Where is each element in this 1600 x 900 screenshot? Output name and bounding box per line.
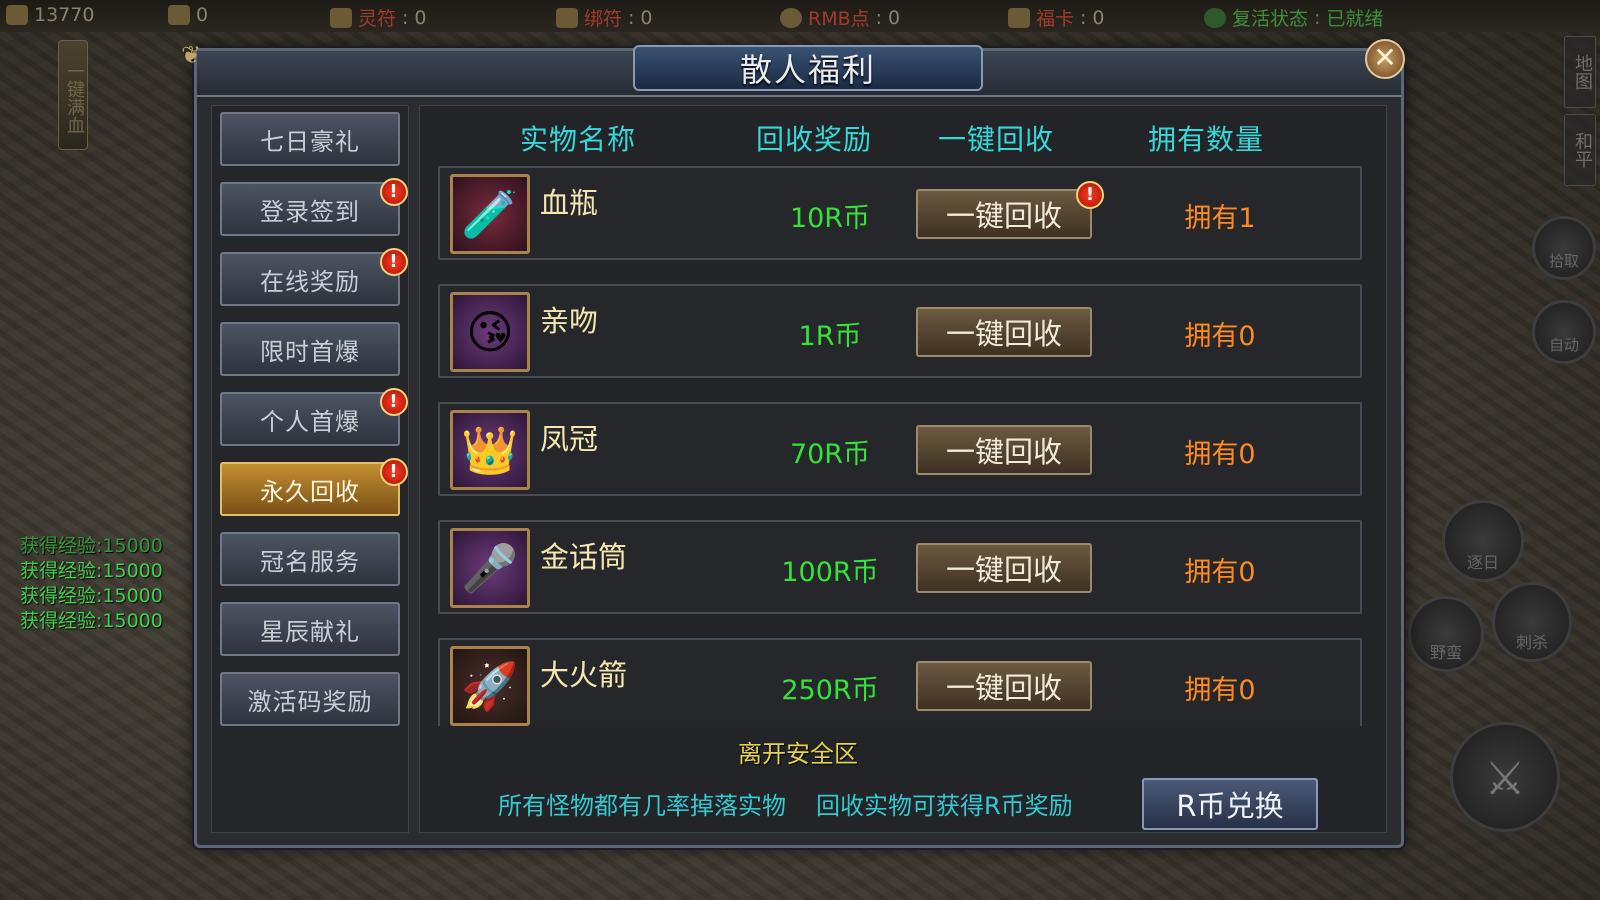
column-header-item-name: 实物名称 [520,123,637,156]
recycle-reward: 10R币 [789,203,871,234]
column-header-recycle: 一键回收 [938,123,1055,156]
corner-ornament-icon: ❦ [181,41,202,69]
item-name: 金话筒 [540,540,628,574]
nav-item-star-gift[interactable]: 星辰献礼 [220,602,400,656]
owned-count: 拥有0 [1184,557,1256,588]
exp-log-line: 获得经验:15000 [20,610,163,632]
auto-button[interactable]: 自动 [1532,300,1596,364]
nav-item-login-signin[interactable]: 登录签到 ! [220,178,408,236]
exp-log-line: 获得经验:15000 [20,585,163,607]
gold-counter: 13770 [6,4,94,26]
alert-badge-icon: ! [380,458,408,486]
table-row: 🎤 金话筒 100R币 一键回收 拥有0 [438,520,1362,614]
alert-badge-icon: ! [380,388,408,416]
skill-zhuri[interactable]: 逐日 [1442,500,1524,582]
lingfu-counter: 灵符:0 [330,4,427,31]
talisman-icon [330,7,352,28]
table-row: 😘 亲吻 1R币 一键回收 拥有0 [438,284,1362,378]
alert-badge-icon: ! [1076,181,1104,209]
exp-log: 获得经验:15000 获得经验:15000 获得经验:15000 获得经验:15… [20,534,163,634]
item-name: 大火箭 [540,658,628,692]
owned-count: 拥有1 [1184,203,1256,234]
kiss-emoji-icon: 😘 [450,292,530,372]
reward-hint-text: 回收实物可获得R币奖励 [816,792,1073,820]
fortune-card-icon [1008,7,1030,28]
recycle-reward: 250R币 [781,675,879,706]
table-row: 👑 凤冠 70R币 一键回收 拥有0 [438,402,1362,496]
full-hp-side-tab[interactable]: 一键满血 [58,40,88,150]
big-rocket-icon: 🚀 [450,646,530,726]
phoenix-crown-icon: 👑 [450,410,530,490]
alert-badge-icon: ! [380,178,408,206]
close-button[interactable]: ✕ [1365,39,1405,79]
gold-microphone-icon: 🎤 [450,528,530,608]
owned-count: 拥有0 [1184,439,1256,470]
drop-hint-text: 所有怪物都有几率掉落实物 [498,792,786,820]
blood-bottle-icon: 🧪 [450,174,530,254]
peace-mode-button[interactable]: 和平 [1564,114,1596,186]
item-list[interactable]: 🧪 血瓶 10R币 一键回收 ! 拥有1 😘 亲吻 1R币 一键回收 拥有0 👑… [438,166,1370,726]
leave-safe-zone-toast: 离开安全区 [738,740,858,768]
rmb-counter: RMB点:0 [780,4,900,31]
owned-count: 拥有0 [1184,321,1256,352]
exp-log-line: 获得经验:15000 [20,535,163,557]
yen-coin-icon [780,7,802,28]
item-name: 亲吻 [540,304,599,338]
nav-item-personal-first-drop[interactable]: 个人首爆 ! [220,388,408,446]
skill-cisha[interactable]: 刺杀 [1492,582,1572,662]
one-click-recycle-button[interactable]: 一键回收 ! [916,181,1104,239]
nav-item-limited-first-drop[interactable]: 限时首爆 [220,322,400,376]
skill-yeman[interactable]: 野蛮 [1408,596,1484,672]
item-name: 血瓶 [540,186,599,220]
one-click-recycle-button[interactable]: 一键回收 [916,307,1092,357]
one-click-recycle-button[interactable]: 一键回收 [916,543,1092,593]
recycle-reward: 100R币 [781,557,879,588]
recycle-reward: 70R币 [789,439,871,470]
nav-item-online-reward[interactable]: 在线奖励 ! [220,248,408,306]
item-name: 凤冠 [540,422,599,456]
map-button[interactable]: 地图 [1564,36,1596,108]
r-coin-exchange-button[interactable]: R币兑换 [1142,778,1318,830]
pickup-button[interactable]: 拾取 [1532,216,1596,280]
attack-sword-button[interactable]: ⚔ [1450,722,1560,832]
exp-log-line: 获得经验:15000 [20,560,163,582]
nav-item-naming-service[interactable]: 冠名服务 [220,532,400,586]
welfare-dialog: ❦ 散人福利 ✕ 七日豪礼 登录签到 ! 在线奖励 ! 限时首爆 个人首爆 ! … [181,39,1405,848]
recycle-panel: 实物名称 回收奖励 一键回收 拥有数量 🧪 血瓶 10R币 一键回收 ! 拥有1… [419,105,1387,833]
column-header-reward: 回收奖励 [756,123,873,156]
ingot-icon [168,5,190,25]
close-icon: ✕ [1373,41,1397,74]
gold-icon [6,5,28,25]
nav-item-permanent-recycle[interactable]: 永久回收 ! [220,458,408,516]
revive-icon [1204,7,1226,28]
recycle-reward: 1R币 [798,321,862,352]
table-row: 🚀 大火箭 250R币 一键回收 拥有0 [438,638,1362,726]
table-row: 🧪 血瓶 10R币 一键回收 ! 拥有1 [438,166,1362,260]
revive-status: 复活状态: 已就绪 [1204,4,1383,31]
one-click-recycle-button[interactable]: 一键回收 [916,661,1092,711]
top-resource-bar: 13770 0 灵符:0 绑符:0 RMB点:0 福卡:0 复活状态: 已就绪 [0,0,1600,32]
nav-item-seven-day-gift[interactable]: 七日豪礼 [220,112,400,166]
alert-badge-icon: ! [380,248,408,276]
ingot-counter: 0 [168,4,208,26]
welfare-nav: 七日豪礼 登录签到 ! 在线奖励 ! 限时首爆 个人首爆 ! 永久回收 ! 冠名… [211,105,409,833]
fuka-counter: 福卡:0 [1008,4,1105,31]
sword-icon: ⚔ [1484,751,1526,805]
nav-item-activation-code[interactable]: 激活码奖励 [220,672,400,726]
column-header-owned: 拥有数量 [1148,123,1265,156]
owned-count: 拥有0 [1184,675,1256,706]
dialog-title: 散人福利 [739,51,876,89]
one-click-recycle-button[interactable]: 一键回收 [916,425,1092,475]
dialog-title-plate: 散人福利 [633,45,983,91]
bound-talisman-icon [556,7,578,28]
bangfu-counter: 绑符:0 [556,4,653,31]
